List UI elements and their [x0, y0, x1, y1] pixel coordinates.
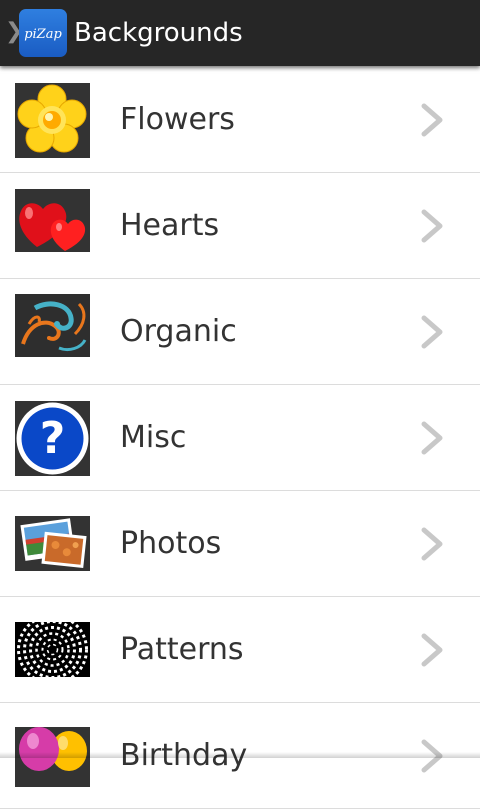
list-item-photos[interactable]: Photos [0, 491, 480, 597]
list-item-patterns[interactable]: Patterns [0, 597, 480, 703]
page-title: Backgrounds [74, 18, 243, 48]
action-bar: ❯ piZap Backgrounds [0, 0, 480, 66]
svg-text:piZap: piZap [24, 27, 62, 42]
photos-thumbnail [15, 516, 90, 571]
chevron-right-icon [421, 527, 443, 561]
list-item-label: Patterns [120, 632, 244, 667]
list-item-label: Photos [120, 526, 222, 561]
hearts-thumbnail [15, 189, 90, 252]
list-item-organic[interactable]: Organic [0, 279, 480, 385]
list-item-hearts[interactable]: Hearts [0, 173, 480, 279]
chevron-right-icon [421, 633, 443, 667]
app-logo[interactable]: piZap [19, 9, 67, 57]
chevron-right-icon [421, 421, 443, 455]
svg-text:?: ? [40, 413, 66, 464]
list-item-label: Misc [120, 420, 187, 455]
list-item-misc[interactable]: ? Misc [0, 385, 480, 491]
category-list: Flowers Hearts Organic ? Misc Photos Pat… [0, 67, 480, 809]
pattern-thumbnail [15, 622, 90, 677]
flower-thumbnail [15, 83, 90, 158]
question-mark-thumbnail: ? [15, 401, 90, 476]
chevron-right-icon [421, 103, 443, 137]
list-item-flowers[interactable]: Flowers [0, 67, 480, 173]
list-item-label: Hearts [120, 208, 220, 243]
list-item-label: Organic [120, 314, 237, 349]
list-bottom-shadow [0, 752, 480, 758]
chevron-right-icon [421, 315, 443, 349]
swirl-thumbnail [15, 294, 90, 357]
list-item-label: Flowers [120, 102, 235, 137]
chevron-right-icon [421, 209, 443, 243]
